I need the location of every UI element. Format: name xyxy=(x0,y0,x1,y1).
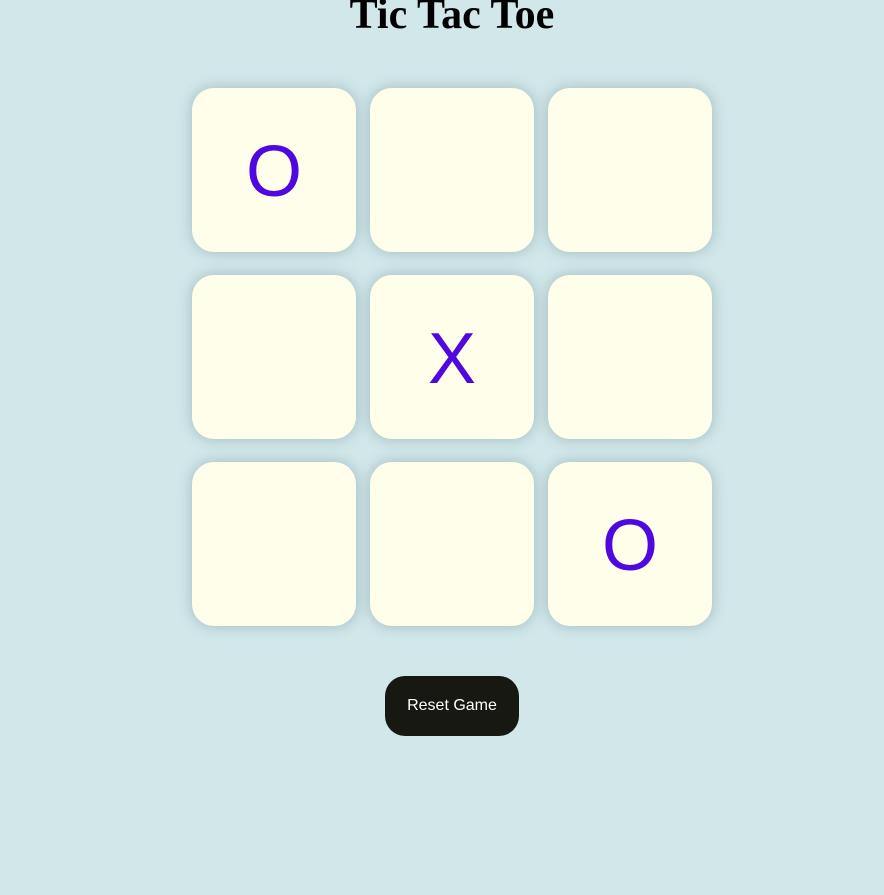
board-cell-r2c2[interactable]: X xyxy=(370,275,534,439)
reset-game-button[interactable]: Reset Game xyxy=(385,676,519,736)
cell-mark: X xyxy=(427,319,477,399)
board-cell-r1c3[interactable] xyxy=(548,88,712,252)
cell-mark: O xyxy=(245,132,302,212)
board-cell-r3c2[interactable] xyxy=(370,462,534,626)
cell-mark: O xyxy=(601,506,658,586)
board-cell-r3c3[interactable]: O xyxy=(548,462,712,626)
board-cell-r2c1[interactable] xyxy=(192,275,356,439)
board-cell-r1c1[interactable]: O xyxy=(192,88,356,252)
board-cell-r1c2[interactable] xyxy=(370,88,534,252)
board-cell-r3c1[interactable] xyxy=(192,462,356,626)
game-board: O X O xyxy=(192,88,712,626)
board-cell-r2c3[interactable] xyxy=(548,275,712,439)
page-title: Tic Tac Toe xyxy=(349,0,555,38)
